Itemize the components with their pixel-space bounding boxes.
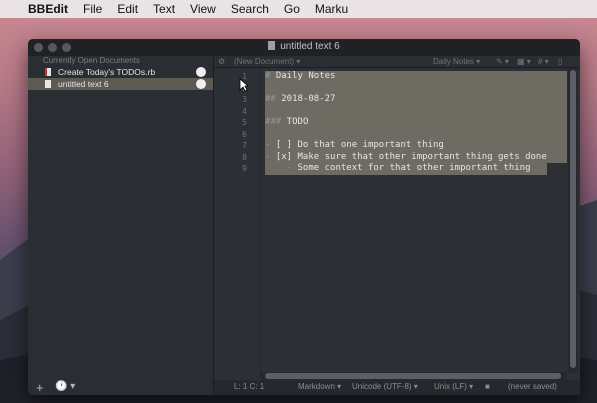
line-number: 4 xyxy=(242,106,247,116)
vertical-scrollbar[interactable] xyxy=(568,68,578,373)
new-document-menu[interactable]: (New Document) ▾ xyxy=(234,56,300,67)
markers-menu-icon[interactable]: ✎ ▾ xyxy=(496,56,509,67)
editor-line[interactable]: ## 2018-08-27 xyxy=(265,94,567,106)
menu-view[interactable]: View xyxy=(190,2,216,16)
document-icon xyxy=(268,41,276,50)
window-title: untitled text 6 xyxy=(28,41,580,52)
title-bar[interactable]: untitled text 6 xyxy=(28,39,580,57)
menu-app-bbedit[interactable]: BBEdit xyxy=(28,2,68,16)
encoding-menu[interactable]: Unicode (UTF-8) ▾ xyxy=(352,382,418,391)
close-document-button[interactable] xyxy=(196,79,206,89)
editor-line[interactable]: - [ ] Do that one important thing xyxy=(265,140,567,152)
editor-line[interactable]: - Some context for that other important … xyxy=(265,163,547,175)
menu-search[interactable]: Search xyxy=(231,2,269,16)
sidebar-item-untitled-text-6[interactable]: untitled text 6 xyxy=(28,78,213,90)
function-menu[interactable]: Daily Notes ▾ xyxy=(433,56,480,67)
language-menu[interactable]: Markdown ▾ xyxy=(298,382,341,391)
menu-bar: BBEdit File Edit Text View Search Go Mar… xyxy=(0,0,597,18)
lock-icon[interactable]: ■ xyxy=(485,382,490,391)
open-documents-sidebar: Currently Open Documents Create Today's … xyxy=(28,56,214,395)
gear-icon[interactable]: ⚙ xyxy=(218,56,225,67)
menu-markup[interactable]: Marku xyxy=(315,2,348,16)
recent-documents-clock-icon[interactable]: 🕐 ▾ xyxy=(55,381,75,392)
editor-line[interactable] xyxy=(265,128,567,140)
line-number-gutter: 1 2 3 4 5 6 7 8 9 xyxy=(214,68,261,377)
document-info-icon[interactable]: ▯ xyxy=(558,56,562,67)
grid-menu-icon[interactable]: ▦ ▾ xyxy=(517,56,531,67)
menu-file[interactable]: File xyxy=(83,2,102,16)
line-endings-menu[interactable]: Unix (LF) ▾ xyxy=(434,382,473,391)
save-status: (never saved) xyxy=(508,382,557,391)
status-bar: L: 1 C: 1 Markdown ▾ Unicode (UTF-8) ▾ U… xyxy=(214,380,580,395)
cursor-position[interactable]: L: 1 C: 1 xyxy=(234,382,264,391)
sidebar-footer: + 🕐 ▾ xyxy=(28,379,213,395)
close-document-button[interactable] xyxy=(196,67,206,77)
line-number: 7 xyxy=(242,141,247,150)
mouse-pointer-icon xyxy=(239,78,250,95)
sidebar-item-label: Create Today's TODOs.rb xyxy=(58,67,156,77)
editor-line[interactable]: - [x] Make sure that other important thi… xyxy=(265,151,567,163)
editor-line[interactable]: # Daily Notes xyxy=(265,71,567,83)
sidebar-header: Currently Open Documents xyxy=(43,56,140,65)
menu-text[interactable]: Text xyxy=(153,2,175,16)
line-number: 6 xyxy=(242,129,247,139)
menu-edit[interactable]: Edit xyxy=(117,2,138,16)
sidebar-item-create-todos[interactable]: Create Today's TODOs.rb xyxy=(28,66,213,78)
navigation-bar: ⚙ (New Document) ▾ Daily Notes ▾ ✎ ▾ ▦ ▾… xyxy=(214,56,580,68)
text-editor[interactable]: # Daily Notes ## 2018-08-27 ### TODO - [… xyxy=(261,68,567,377)
line-number: 8 xyxy=(242,152,247,162)
text-file-icon xyxy=(45,80,51,88)
horizontal-scrollbar[interactable] xyxy=(261,372,567,380)
sidebar-item-label: untitled text 6 xyxy=(58,79,109,89)
line-number: 9 xyxy=(242,164,247,173)
editor-line[interactable]: ### TODO xyxy=(265,117,567,129)
add-icon[interactable]: + xyxy=(36,380,44,395)
line-number: 5 xyxy=(242,118,247,127)
menu-go[interactable]: Go xyxy=(284,2,300,16)
line-number: 3 xyxy=(242,95,247,104)
editor-line[interactable] xyxy=(265,82,567,94)
ruby-file-icon xyxy=(45,68,51,76)
editor-line[interactable] xyxy=(265,105,567,117)
hash-menu-icon[interactable]: # ▾ xyxy=(538,56,549,67)
